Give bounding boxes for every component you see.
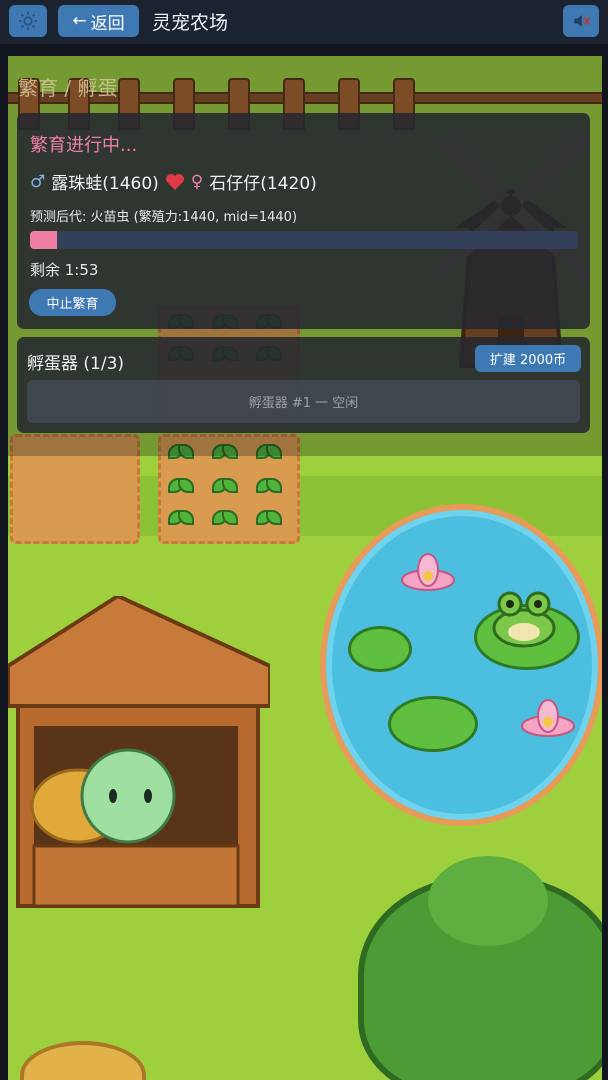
- sprout-icon: [168, 476, 194, 498]
- scene-title: 繁育 / 孵蛋: [18, 76, 118, 100]
- male-icon: ♂: [30, 171, 46, 192]
- incubator-slot[interactable]: 孵蛋器 #1 一 空闲: [27, 380, 580, 423]
- offspring-prediction: 预测后代: 火苗虫 (繁殖力:1440, mid=1440): [30, 210, 298, 225]
- lily-pad: [388, 696, 478, 752]
- incubator-title: 孵蛋器 (1/3): [27, 354, 125, 374]
- sprout-icon: [256, 476, 282, 498]
- sprout-icon: [168, 508, 194, 530]
- app-title: 灵宠农场: [152, 12, 229, 34]
- breeding-progress-bar: [30, 231, 578, 249]
- back-button[interactable]: ← 返回: [58, 5, 139, 37]
- sprout-icon: [212, 476, 238, 498]
- back-label: 返回: [90, 13, 125, 34]
- sprout-icon: [256, 508, 282, 530]
- lotus-icon: [521, 699, 575, 737]
- lily-pad: [348, 626, 412, 672]
- bush: [428, 856, 548, 946]
- heart-icon: [165, 173, 184, 190]
- mute-button[interactable]: [563, 5, 599, 37]
- frog-pet[interactable]: [488, 586, 560, 648]
- settings-button[interactable]: [9, 5, 47, 37]
- expand-incubator-button[interactable]: 扩建 2000币: [475, 345, 581, 372]
- speaker-muted-icon: [574, 15, 590, 27]
- remaining-time: 剩余 1:53: [30, 261, 99, 279]
- pet-shelter[interactable]: [8, 596, 270, 916]
- arrow-left-icon: ←: [72, 11, 87, 31]
- stop-breeding-button[interactable]: 中止繁育: [29, 289, 116, 316]
- female-parent-name: 石仔仔(1420): [209, 174, 317, 194]
- breeding-status-title: 繁育进行中...: [30, 135, 138, 156]
- incubator-panel: 孵蛋器 (1/3) 扩建 2000币 孵蛋器 #1 一 空闲: [17, 337, 590, 433]
- top-bar: ← 返回 灵宠农场: [0, 0, 608, 44]
- breeding-panel: 繁育进行中... ♂ 露珠蛙(1460) ♀ 石仔仔(1420) 预测后代: 火…: [17, 113, 590, 329]
- breeding-progress-fill: [30, 231, 58, 249]
- sprout-icon: [212, 508, 238, 530]
- male-parent-name: 露珠蛙(1460): [51, 174, 159, 194]
- gear-icon: [18, 11, 38, 31]
- breeding-parents: ♂ 露珠蛙(1460) ♀ 石仔仔(1420): [30, 169, 317, 195]
- lotus-icon: [401, 553, 455, 591]
- female-icon: ♀: [190, 171, 204, 192]
- hay-bale: [20, 1041, 146, 1080]
